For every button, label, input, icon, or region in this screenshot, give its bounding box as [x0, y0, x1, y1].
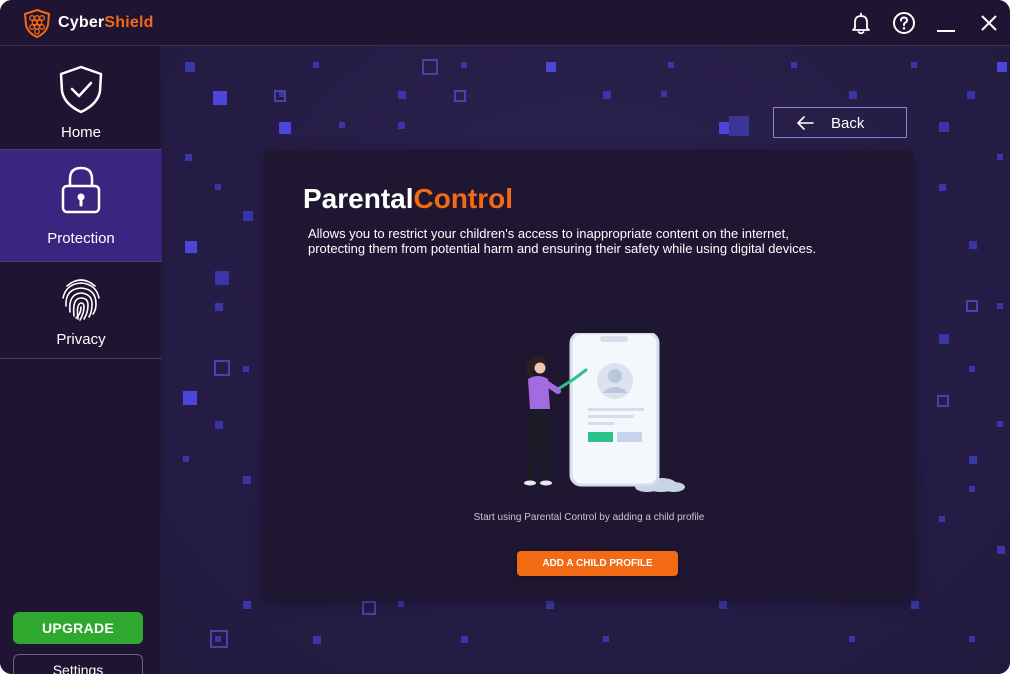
back-button[interactable]: Back [773, 107, 907, 138]
title-part2: Control [413, 183, 514, 214]
bell-icon[interactable] [849, 11, 873, 35]
shield-check-icon [59, 65, 103, 114]
lock-icon [61, 166, 101, 214]
minimize-icon[interactable] [934, 11, 958, 35]
sidebar: Home Protection Privacy UPGRADE Settings [0, 46, 162, 674]
title-bar: CyberShield [0, 0, 1010, 46]
empty-state-hint: Start using Parental Control by adding a… [473, 512, 705, 523]
back-label: Back [831, 115, 865, 132]
brand-name-part1: Cyber [58, 14, 105, 31]
sidebar-item-protection[interactable]: Protection [0, 150, 162, 262]
sidebar-item-label: Home [60, 124, 101, 141]
fingerprint-icon [62, 279, 100, 321]
sidebar-item-home[interactable]: Home [0, 46, 162, 150]
brand-name-part2: Shield [104, 14, 154, 31]
upgrade-button[interactable]: UPGRADE [13, 612, 143, 644]
main-content: Back ParentalControl Allows you to restr… [163, 46, 1010, 674]
sidebar-item-privacy[interactable]: Privacy [0, 262, 162, 359]
app-window: CyberShield Home Protection Privacy UPGR… [0, 0, 1010, 674]
title-part1: Parental [303, 183, 414, 214]
brand-logo-icon [23, 8, 51, 38]
description-line: Allows you to restrict your children's a… [308, 226, 789, 241]
arrow-left-icon [797, 116, 814, 130]
sidebar-item-label: Protection [47, 230, 115, 247]
description-line: protecting them from potential harm and … [308, 241, 816, 256]
settings-button[interactable]: Settings [13, 654, 143, 674]
feature-description: Allows you to restrict your children's a… [308, 226, 888, 256]
parental-control-card: ParentalControl Allows you to restrict y… [264, 150, 914, 598]
close-icon[interactable] [977, 11, 1001, 35]
help-icon[interactable] [892, 11, 916, 35]
person-with-phone-illustration [524, 333, 685, 492]
sidebar-item-label: Privacy [56, 331, 106, 348]
page-title: ParentalControl [303, 183, 513, 215]
app-brand-name: CyberShield [58, 14, 154, 32]
add-child-profile-button[interactable]: ADD A CHILD PROFILE [517, 551, 678, 576]
